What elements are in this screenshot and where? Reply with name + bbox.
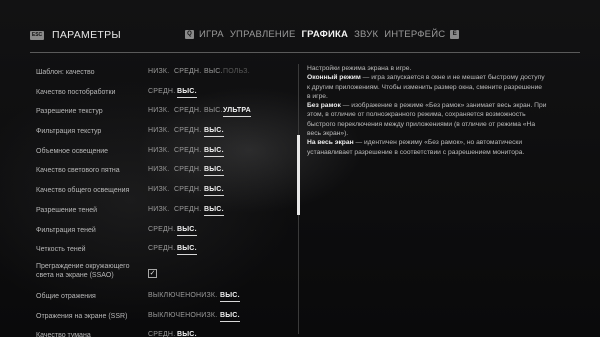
tab-graphics[interactable]: ГРАФИКА bbox=[301, 29, 350, 40]
setting-option[interactable]: СРЕДН. bbox=[174, 107, 201, 114]
setting-row: Качество общего освещения НИЗК. СРЕДН. ВЫС. bbox=[36, 182, 296, 202]
setting-option[interactable]: НИЗК. bbox=[148, 206, 169, 213]
description-intro: Настройки режима экрана в игре. bbox=[307, 65, 412, 72]
setting-row: Качество тумана СРЕДН. ВЫС. bbox=[36, 327, 296, 337]
setting-label: Разрешение теней bbox=[36, 206, 98, 214]
setting-option[interactable]: СРЕДН. bbox=[148, 226, 175, 233]
esc-key-icon[interactable]: ESC bbox=[30, 31, 44, 40]
setting-option[interactable]: СРЕДН. bbox=[148, 245, 175, 252]
setting-option[interactable]: НИЗК. bbox=[148, 107, 169, 114]
setting-option[interactable]: СРЕДН. bbox=[174, 127, 201, 134]
tab-bar: Q ИГРА УПРАВЛЕНИЕ ГРАФИКА ЗВУК ИНТЕРФЕЙС… bbox=[185, 29, 460, 40]
setting-option[interactable]: ВЫС. bbox=[204, 166, 224, 177]
setting-option[interactable]: СРЕДН. bbox=[174, 68, 201, 75]
description-fullscreen: На весь экран — идентичен режиму «Без ра… bbox=[307, 138, 547, 157]
setting-option[interactable]: ВЫС. bbox=[204, 206, 224, 216]
setting-option[interactable]: ВЫС. bbox=[177, 245, 197, 256]
setting-option[interactable]: СРЕДН. bbox=[174, 206, 201, 213]
borderless-title: Без рамок bbox=[307, 102, 341, 110]
setting-row: Качество светового пятна НИЗК. СРЕДН. ВЫС. bbox=[36, 162, 296, 182]
description-borderless: Без рамок — изображение в режиме «Без ра… bbox=[307, 101, 547, 138]
setting-option[interactable]: СРЕДН. bbox=[174, 166, 201, 173]
setting-row: Отражения на экране (SSR) ВЫКЛЮЧЕНО НИЗК. В… bbox=[36, 308, 296, 328]
fullscreen-title: На весь экран bbox=[307, 139, 354, 147]
setting-label: Качество тумана bbox=[36, 332, 91, 337]
setting-option[interactable]: ВЫС. bbox=[204, 147, 224, 157]
setting-option[interactable]: НИЗК. bbox=[148, 68, 169, 75]
setting-label: Отражения на экране (SSR) bbox=[36, 312, 128, 320]
setting-label: Качество постобработки bbox=[36, 88, 116, 96]
setting-option[interactable]: НИЗК. bbox=[148, 147, 169, 154]
ssao-checkbox[interactable]: ✓ bbox=[148, 268, 157, 278]
setting-option[interactable]: ВЫС. bbox=[204, 107, 223, 114]
setting-label: Разрешение текстур bbox=[36, 108, 103, 116]
setting-option[interactable]: ВЫКЛЮЧЕНО bbox=[148, 292, 196, 299]
borderless-text: — изображение в режиме «Без рамок» заним… bbox=[307, 102, 547, 138]
setting-label: Фильтрация текстур bbox=[36, 128, 102, 136]
prev-tab-key-icon[interactable]: Q bbox=[185, 30, 194, 39]
setting-option[interactable]: ВЫС. bbox=[204, 186, 224, 197]
description-windowed: Оконный режим — игра запускается в окне … bbox=[307, 73, 547, 101]
setting-option[interactable]: ВЫКЛЮЧЕНО bbox=[148, 312, 196, 319]
setting-row: Разрешение текстур НИЗК. СРЕДН. ВЫС. УЛЬТРА bbox=[36, 103, 296, 123]
description-panel: Настройки режима экрана в игре. Оконный … bbox=[307, 64, 547, 157]
setting-label: Четкость теней bbox=[36, 246, 86, 254]
setting-row: Качество постобработки СРЕДН. ВЫС. bbox=[36, 84, 296, 104]
settings-list: Шаблон: качество НИЗК. СРЕДН. ВЫС. ПОЛЬЗ. Кач… bbox=[36, 64, 296, 337]
setting-option[interactable]: НИЗК. bbox=[148, 186, 169, 193]
setting-option[interactable]: НИЗК. bbox=[196, 292, 217, 299]
setting-option[interactable]: НИЗК. bbox=[148, 166, 169, 173]
tab-game[interactable]: ИГРА bbox=[198, 29, 225, 40]
setting-label: Качество общего освещения bbox=[36, 187, 130, 195]
windowed-title: Оконный режим bbox=[307, 74, 361, 82]
setting-label: Общие отражения bbox=[36, 292, 96, 300]
setting-option[interactable]: НИЗК. bbox=[148, 127, 169, 134]
header-divider bbox=[30, 52, 580, 53]
setting-option[interactable]: СРЕДН. bbox=[174, 186, 201, 193]
header: ESC ПАРАМЕТРЫ Q ИГРА УПРАВЛЕНИЕ ГРАФИКА … bbox=[30, 28, 580, 44]
setting-option[interactable]: ВЫС. bbox=[204, 127, 224, 138]
page-title: ПАРАМЕТРЫ bbox=[52, 29, 122, 41]
setting-option[interactable]: СРЕДН. bbox=[174, 147, 201, 154]
setting-row: Четкость теней СРЕДН. ВЫС. bbox=[36, 241, 296, 261]
setting-option[interactable]: ВЫС. bbox=[204, 68, 223, 75]
setting-row: Фильтрация теней СРЕДН. ВЫС. bbox=[36, 222, 296, 242]
setting-option[interactable]: СРЕДН. bbox=[148, 331, 175, 337]
setting-option[interactable]: ВЫС. bbox=[220, 292, 240, 302]
setting-option[interactable]: ВЫС. bbox=[177, 88, 197, 98]
setting-option[interactable]: ВЫС. bbox=[177, 226, 197, 236]
setting-row: Разрешение теней НИЗК. СРЕДН. ВЫС. bbox=[36, 202, 296, 222]
scrollbar-thumb[interactable] bbox=[297, 135, 300, 215]
tab-controls[interactable]: УПРАВЛЕНИЕ bbox=[229, 29, 297, 40]
tab-interface[interactable]: ИНТЕРФЕЙС bbox=[383, 29, 446, 40]
tab-sound[interactable]: ЗВУК bbox=[353, 29, 379, 40]
setting-row: Фильтрация текстур НИЗК. СРЕДН. ВЫС. bbox=[36, 123, 296, 143]
next-tab-key-icon[interactable]: E bbox=[450, 30, 460, 39]
setting-option[interactable]: УЛЬТРА bbox=[223, 107, 251, 118]
setting-label: Преграждение окружающего света на экране… bbox=[36, 262, 130, 279]
setting-row: Общие отражения ВЫКЛЮЧЕНО НИЗК. ВЫС. bbox=[36, 288, 296, 308]
setting-label: Шаблон: качество bbox=[36, 69, 95, 76]
setting-row: Преграждение окружающего света на экране… bbox=[36, 261, 296, 288]
setting-option[interactable]: ПОЛЬЗ. bbox=[223, 68, 250, 75]
setting-row: Шаблон: качество НИЗК. СРЕДН. ВЫС. ПОЛЬЗ. bbox=[36, 64, 296, 84]
setting-option[interactable]: ВЫС. bbox=[220, 312, 240, 322]
setting-option[interactable]: НИЗК. bbox=[196, 312, 217, 319]
setting-option[interactable]: ВЫС. bbox=[177, 331, 197, 337]
setting-option[interactable]: СРЕДН. bbox=[148, 88, 175, 95]
setting-label: Фильтрация теней bbox=[36, 226, 96, 234]
setting-label: Объемное освещение bbox=[36, 147, 109, 155]
setting-row: Объемное освещение НИЗК. СРЕДН. ВЫС. bbox=[36, 143, 296, 163]
setting-label: Качество светового пятна bbox=[36, 167, 120, 175]
